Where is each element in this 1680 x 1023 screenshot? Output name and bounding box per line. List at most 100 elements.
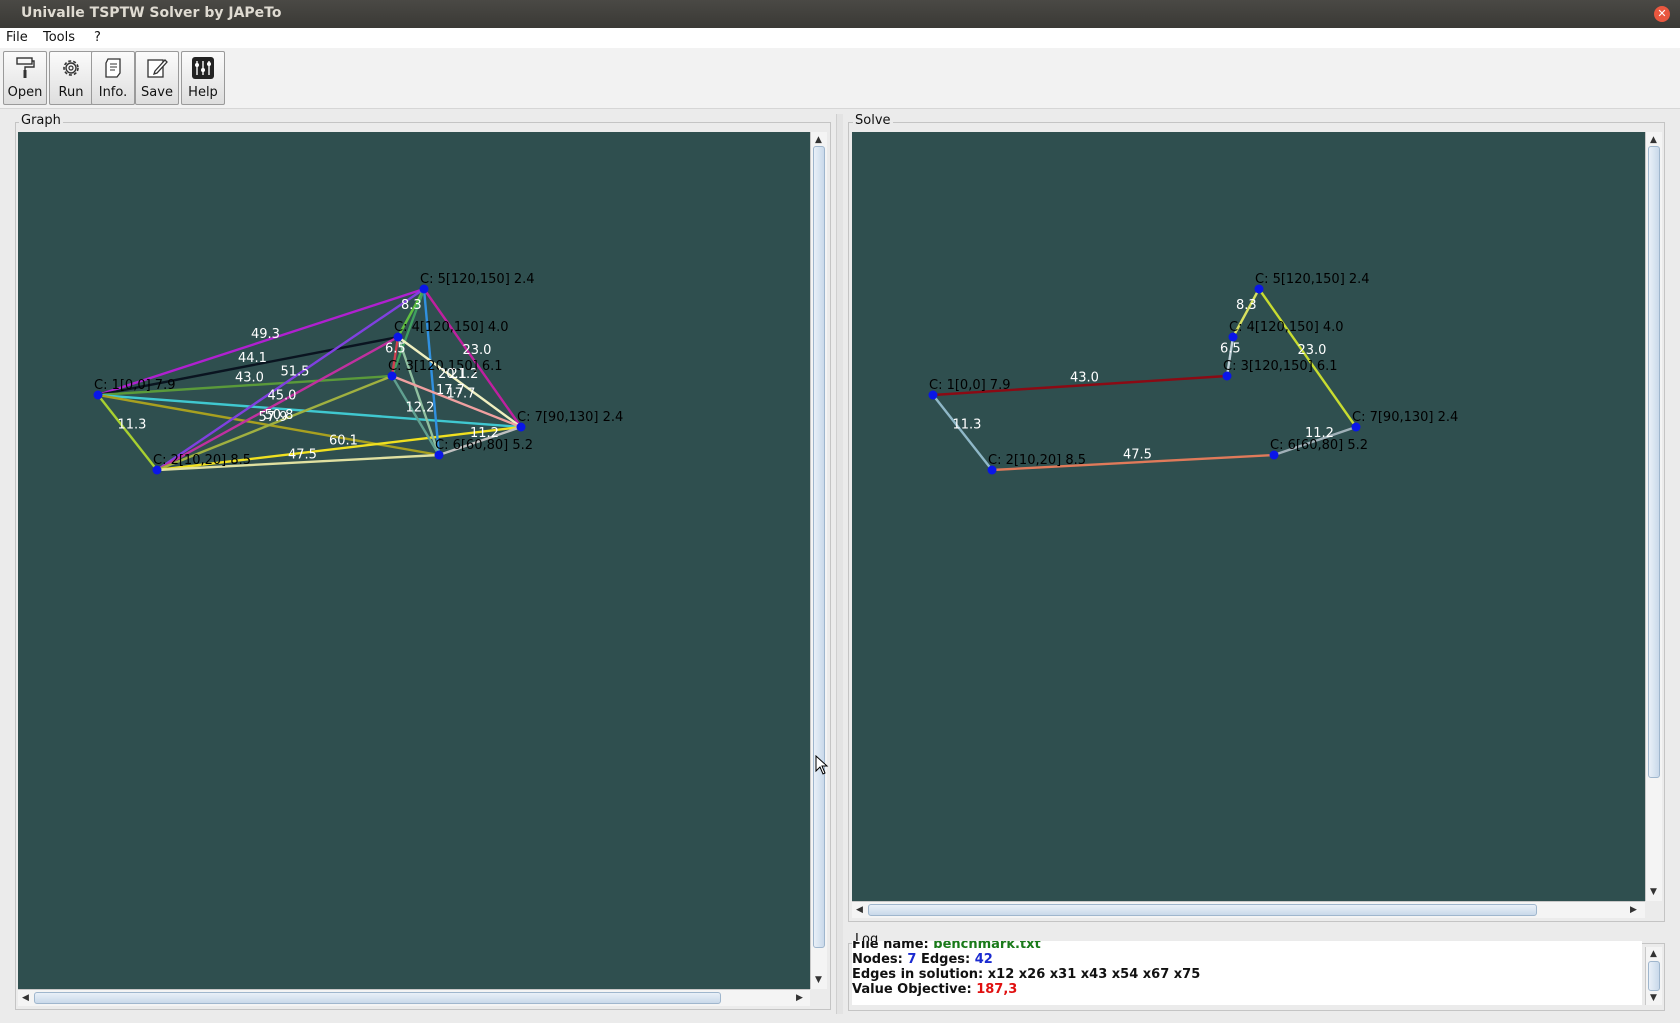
menu-help[interactable]: ? xyxy=(94,30,101,45)
log-file-line: File name: benchmark.txt xyxy=(852,941,1041,952)
toolbar: Open Run Info. Save Help xyxy=(0,48,1680,109)
scroll-left-arrow-icon[interactable]: ◀ xyxy=(22,993,29,1003)
log-edges-label: Edges: xyxy=(920,952,971,967)
scroll-down-arrow-icon[interactable]: ▼ xyxy=(815,975,822,985)
graph-edge-weight-label: 17.7 xyxy=(436,383,465,398)
close-window-button[interactable]: ✕ xyxy=(1654,6,1670,22)
menu-file[interactable]: File xyxy=(6,30,28,45)
window-titlebar: Univalle TSPTW Solver by JAPeTo ✕ xyxy=(0,0,1680,28)
log-nodes-label: Nodes: xyxy=(852,952,903,967)
solve-vertical-scroll-thumb[interactable] xyxy=(1648,146,1660,778)
graph-edge-weight-label: 60.1 xyxy=(329,434,358,449)
log-text-area[interactable]: File name: benchmark.txt Nodes: 7 Edges:… xyxy=(852,941,1642,1005)
solve-node-label-7: C: 7[90,130] 2.4 xyxy=(1352,410,1458,425)
solve-vertical-scrollbar[interactable]: ▲ ▼ xyxy=(1645,132,1662,901)
solve-edge-weight-label: 23.0 xyxy=(1298,343,1327,358)
mouse-cursor-icon xyxy=(815,755,829,775)
graph-edge-weight-label: 8.3 xyxy=(401,298,422,313)
info-button-label: Info. xyxy=(98,85,128,100)
help-button-label: Help xyxy=(188,85,218,100)
graph-horizontal-scroll-thumb[interactable] xyxy=(34,992,721,1004)
save-button[interactable]: Save xyxy=(135,51,179,105)
graph-canvas[interactable]: 49.3 44.1 43.0 11.3 57.9 51.5 45.0 50.8 60.1 47.5… xyxy=(18,132,810,989)
graph-drawing: 49.344.143.011.3 57.951.545.050.860.147.5… xyxy=(93,272,623,475)
log-solution-value: x12 x26 x31 x43 x54 x67 x75 xyxy=(987,967,1201,982)
solve-node-label-3: C: 3[120,150] 6.1 xyxy=(1223,359,1338,374)
log-vertical-scroll-thumb[interactable] xyxy=(1648,961,1660,991)
graph-edge-weight-label: 12.2 xyxy=(406,401,435,416)
run-button-label: Run xyxy=(58,85,84,100)
graph-edge-weight-label: 50.8 xyxy=(265,408,294,423)
graph-edge-weight-label: 20.1 xyxy=(438,367,467,382)
log-objective-line: Value Objective: 187,3 xyxy=(852,982,1017,997)
graph-edge-weight-label: 11.3 xyxy=(118,418,147,433)
solve-edge-weight-label: 8.3 xyxy=(1236,298,1257,313)
graph-edge-weight-label: 23.0 xyxy=(463,343,492,358)
graph-edge-1-2 xyxy=(97,394,158,471)
solve-node-label-1: C: 1[0,0] 7.9 xyxy=(929,378,1011,393)
help-button[interactable]: Help xyxy=(181,51,225,105)
solve-node-label-5: C: 5[120,150] 2.4 xyxy=(1255,272,1370,287)
graph-node-label-4: C: 4[120,150] 4.0 xyxy=(394,320,509,335)
gear-icon xyxy=(63,60,79,76)
graph-edge-weight-label: 43.0 xyxy=(235,371,264,386)
graph-edge-weight-label: 47.5 xyxy=(288,448,317,463)
graph-node-label-5: C: 5[120,150] 2.4 xyxy=(420,272,535,287)
info-button[interactable]: Info. xyxy=(91,51,135,105)
graph-node-label-7: C: 7[90,130] 2.4 xyxy=(517,410,623,425)
log-objective-value: 187,3 xyxy=(976,982,1018,997)
solve-horizontal-scroll-thumb[interactable] xyxy=(868,904,1537,916)
solve-edge-weight-label: 47.5 xyxy=(1123,448,1152,463)
scroll-right-arrow-icon[interactable]: ▶ xyxy=(1630,905,1637,915)
solve-drawing: 43.011.347.511.223.08.36.5C: 1[0,0] 7.9C… xyxy=(928,272,1458,475)
solve-edge-weight-label: 11.3 xyxy=(953,418,982,433)
graph-node-label-1: C: 1[0,0] 7.9 xyxy=(94,378,176,393)
scroll-down-arrow-icon[interactable]: ▼ xyxy=(1650,993,1657,1003)
run-button[interactable]: Run xyxy=(49,51,93,105)
graph-edge-weight-label: 6.5 xyxy=(385,342,406,357)
scroll-icon xyxy=(105,58,121,78)
graph-edge-weight-label: 45.0 xyxy=(268,389,297,404)
graph-edge-5-7 xyxy=(423,288,522,428)
solve-edge-1-2 xyxy=(932,394,993,471)
menu-bar: File Tools ? xyxy=(0,28,1680,48)
log-vertical-scrollbar[interactable]: ▲ ▼ xyxy=(1645,947,1662,1005)
solve-panel-title: Solve xyxy=(853,113,893,128)
graph-horizontal-scrollbar[interactable]: ◀ ▶ xyxy=(18,989,810,1006)
graph-vertical-scrollbar[interactable]: ▲ ▼ xyxy=(810,132,827,989)
graph-node-label-6: C: 6[60,80] 5.2 xyxy=(435,438,533,453)
graph-vertical-scroll-thumb[interactable] xyxy=(813,146,825,948)
log-counts-line: Nodes: 7 Edges: 42 xyxy=(852,952,993,967)
solve-node-label-4: C: 4[120,150] 4.0 xyxy=(1229,320,1344,335)
log-solution-line: Edges in solution: x12 x26 x31 x43 x54 x… xyxy=(852,967,1200,982)
open-button[interactable]: Open xyxy=(3,51,47,105)
paint-roller-icon xyxy=(16,57,35,78)
scroll-up-arrow-icon[interactable]: ▲ xyxy=(1650,135,1657,145)
scroll-up-arrow-icon[interactable]: ▲ xyxy=(815,135,822,145)
solve-node-label-2: C: 2[10,20] 8.5 xyxy=(988,453,1086,468)
edit-pencil-icon xyxy=(147,59,168,78)
graph-node-label-2: C: 2[10,20] 8.5 xyxy=(153,453,251,468)
log-solution-label: Edges in solution: xyxy=(852,967,984,982)
graph-edge-weight-label: 51.5 xyxy=(281,365,310,380)
solve-horizontal-scrollbar[interactable]: ◀ ▶ xyxy=(852,901,1645,918)
save-button-label: Save xyxy=(141,85,173,100)
solve-edge-7-5 xyxy=(1258,288,1357,428)
panel-splitter[interactable] xyxy=(836,114,843,1014)
solve-node-label-6: C: 6[60,80] 5.2 xyxy=(1270,438,1368,453)
log-nodes-value: 7 xyxy=(907,952,917,967)
scroll-right-arrow-icon[interactable]: ▶ xyxy=(796,993,803,1003)
solve-canvas[interactable]: 43.0 11.3 47.5 11.2 23.0 8.3 6.5 C: 1[0,0] 7.9 C… xyxy=(852,132,1645,901)
open-button-label: Open xyxy=(7,85,43,100)
graph-edge-weight-label: 49.3 xyxy=(251,327,280,342)
scroll-left-arrow-icon[interactable]: ◀ xyxy=(856,905,863,915)
log-file-label: File name: xyxy=(852,941,929,952)
graph-edge-weight-label: 44.1 xyxy=(238,351,267,366)
menu-tools[interactable]: Tools xyxy=(43,30,75,45)
graph-panel-title: Graph xyxy=(19,113,63,128)
scroll-down-arrow-icon[interactable]: ▼ xyxy=(1650,887,1657,897)
log-objective-label: Value Objective: xyxy=(852,982,972,997)
solve-edge-weight-label: 6.5 xyxy=(1220,342,1241,357)
scroll-up-arrow-icon[interactable]: ▲ xyxy=(1650,949,1657,959)
solve-edge-weight-label: 43.0 xyxy=(1070,371,1099,386)
